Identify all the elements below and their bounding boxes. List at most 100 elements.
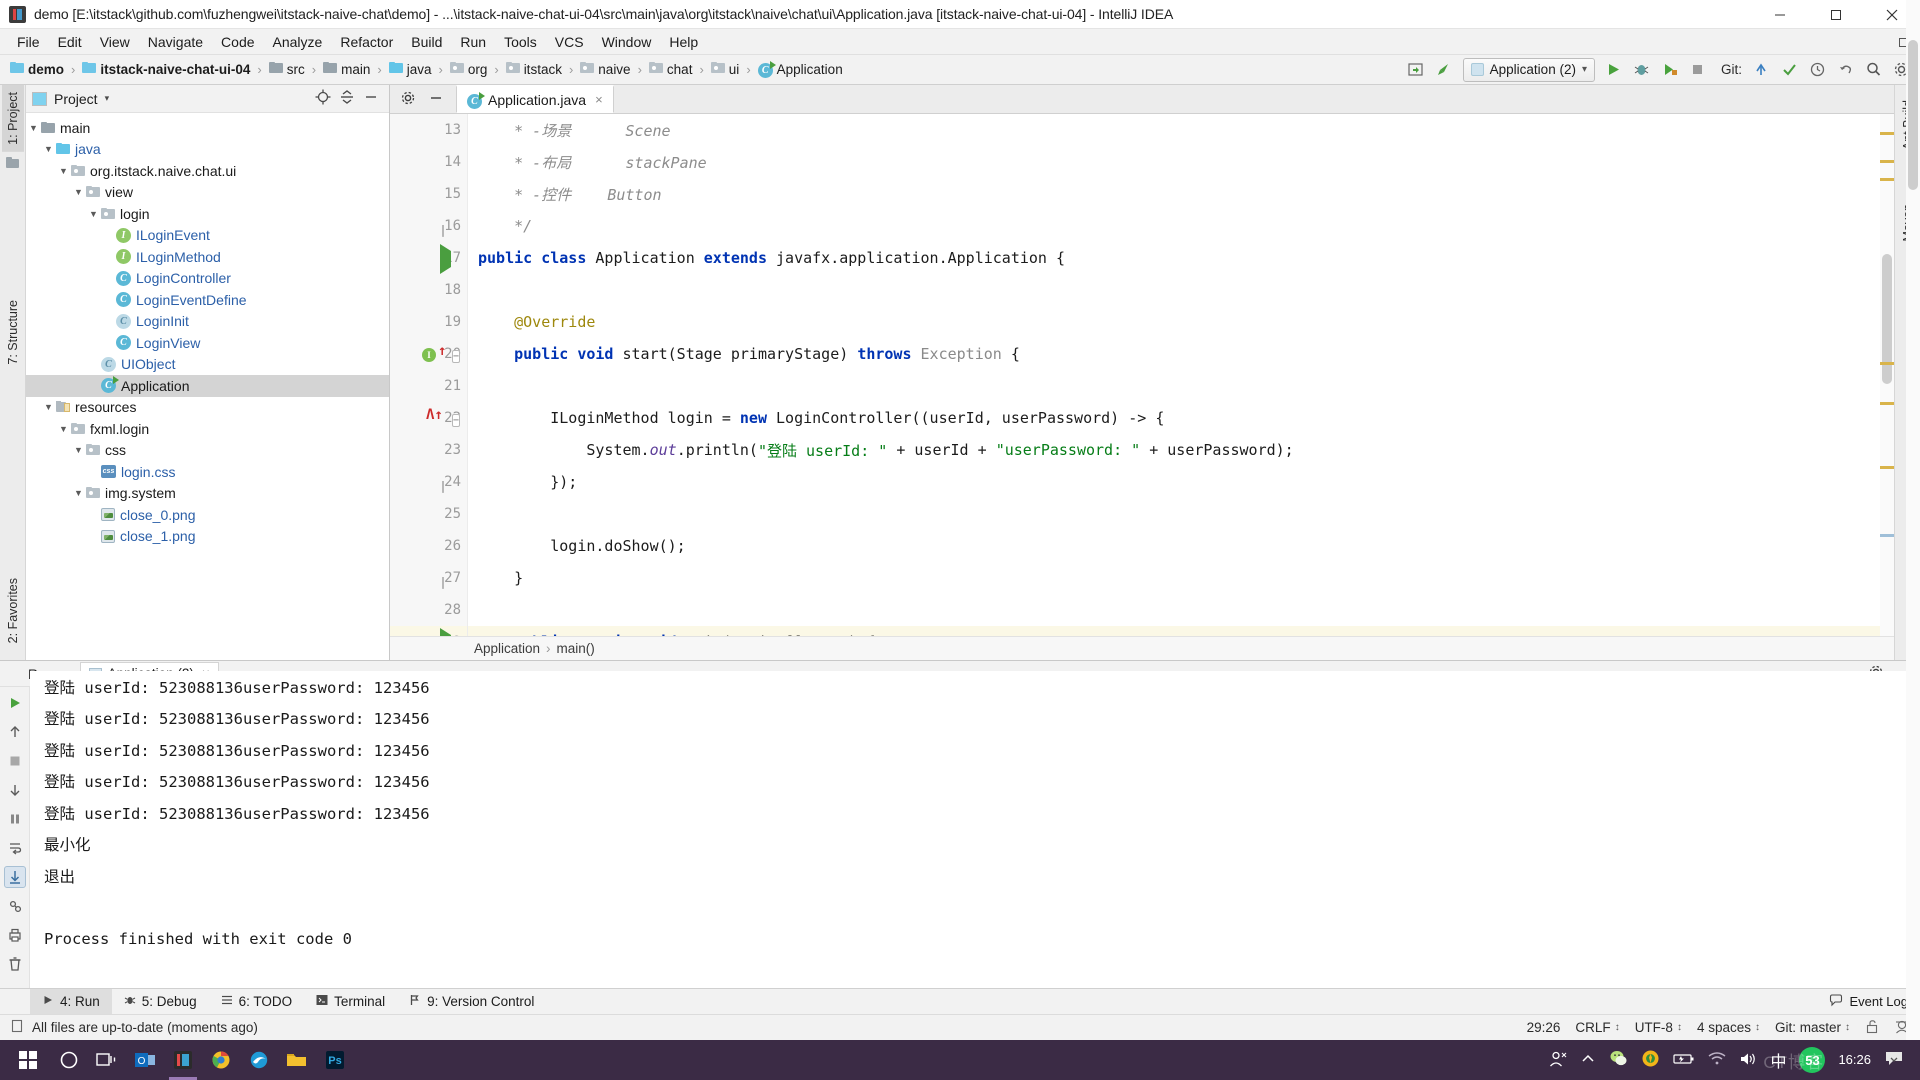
gutter-line-27[interactable]: 27 [390, 562, 467, 594]
tree-item-logineventdefine[interactable]: C LoginEventDefine [26, 289, 389, 311]
rerun-icon[interactable] [4, 692, 26, 714]
tree-item-login-css[interactable]: css login.css [26, 461, 389, 483]
breadcrumb-itstack[interactable]: itstack [504, 59, 564, 81]
menu-window[interactable]: Window [593, 31, 661, 53]
print-icon[interactable] [4, 924, 26, 946]
soft-wrap-icon[interactable] [4, 837, 26, 859]
volume-icon[interactable] [1739, 1051, 1757, 1070]
editor-scrollbar[interactable] [1880, 114, 1894, 636]
chevron-down-icon[interactable]: ▼ [56, 424, 71, 434]
project-tree[interactable]: ▼ main ▼ java ▼ org.itstack.naive.chat.ui ▼ vie… [26, 113, 389, 660]
breadcrumb-main[interactable]: main [321, 59, 372, 81]
tree-item-css[interactable]: ▼ css [26, 440, 389, 462]
breadcrumb-java[interactable]: java [387, 59, 434, 81]
gutter-line-29[interactable]: 29 [390, 626, 467, 636]
breadcrumb-src[interactable]: src [267, 59, 307, 81]
code-line-27[interactable]: } [468, 562, 1894, 594]
code-line-26[interactable]: login.doShow(); [468, 530, 1894, 562]
security-icon[interactable] [1641, 1049, 1660, 1071]
gutter-line-23[interactable]: 23 [390, 434, 467, 466]
code-line-19[interactable]: @Override [468, 306, 1894, 338]
menu-view[interactable]: View [91, 31, 139, 53]
menu-refactor[interactable]: Refactor [331, 31, 402, 53]
stop-icon[interactable] [4, 750, 26, 772]
gutter-line-16[interactable]: 16 [390, 210, 467, 242]
trace-icon[interactable] [4, 895, 26, 917]
wechat-icon[interactable] [1609, 1049, 1628, 1071]
people-icon[interactable] [1549, 1050, 1567, 1071]
battery-icon[interactable] [1673, 1052, 1695, 1069]
chevron-down-icon[interactable]: ▼ [26, 123, 41, 133]
breadcrumb-org[interactable]: org [448, 59, 490, 81]
undo-icon[interactable] [1832, 58, 1858, 82]
console-output[interactable]: 登陆 userId: 523088136userPassword: 123456… [30, 671, 1920, 988]
wifi-icon[interactable] [1708, 1051, 1726, 1069]
breadcrumb-method[interactable]: main() [557, 641, 595, 656]
gutter-line-25[interactable]: 25 [390, 498, 467, 530]
maximize-button[interactable] [1808, 0, 1864, 29]
code-line-20[interactable]: public void start(Stage primaryStage) th… [468, 338, 1894, 370]
menu-tools[interactable]: Tools [495, 31, 546, 53]
tree-item-fxml-login[interactable]: ▼ fxml.login [26, 418, 389, 440]
git-branch-selector[interactable]: Git: master ↕ [1775, 1020, 1850, 1035]
code-line-14[interactable]: * -布局 stackPane [468, 146, 1894, 178]
clear-all-icon[interactable] [4, 953, 26, 975]
close-tab-icon[interactable]: × [595, 92, 603, 107]
code-line-29[interactable]: public static void main(String[] args) { [468, 626, 1894, 636]
code-line-28[interactable] [468, 594, 1894, 626]
breadcrumb-naive[interactable]: naive [578, 59, 632, 81]
locate-file-icon[interactable] [315, 89, 331, 108]
clock[interactable]: 16:26 [1838, 1052, 1871, 1068]
editor-gutter[interactable]: 13 14 15 16 17 18 19 I↑−20 21 Λ↑−22 23 24 25 26 27 28 29 [390, 114, 468, 636]
show-hidden-icons-icon[interactable] [1580, 1051, 1596, 1070]
menu-navigate[interactable]: Navigate [139, 31, 212, 53]
vcs-update-icon[interactable] [1748, 58, 1774, 82]
collapse-all-icon[interactable] [339, 89, 355, 108]
tree-item-org-itstack-naive-chat-ui[interactable]: ▼ org.itstack.naive.chat.ui [26, 160, 389, 182]
gutter-line-19[interactable]: 19 [390, 306, 467, 338]
scroll-to-end-icon[interactable] [3, 866, 26, 888]
code-line-16[interactable]: */ [468, 210, 1894, 242]
notifications-icon[interactable] [1884, 1050, 1904, 1071]
tree-item-java[interactable]: ▼ java [26, 139, 389, 161]
vcs-history-icon[interactable] [1804, 58, 1830, 82]
tree-item-application[interactable]: C Application [26, 375, 389, 397]
menu-run[interactable]: Run [451, 31, 495, 53]
gutter-line-22[interactable]: Λ↑−22 [390, 402, 467, 434]
code-line-17[interactable]: public class Application extends javafx.… [468, 242, 1894, 274]
tree-item-logininit[interactable]: C LoginInit [26, 311, 389, 333]
search-everywhere-icon[interactable] [1431, 58, 1457, 82]
unlocked-icon[interactable] [1865, 1019, 1879, 1037]
chevron-down-icon[interactable]: ▾ [105, 93, 110, 104]
build-project-icon[interactable] [1403, 58, 1429, 82]
tree-item-resources[interactable]: ▼ resources [26, 397, 389, 419]
gear-icon[interactable] [400, 90, 416, 109]
menu-file[interactable]: File [8, 31, 49, 53]
breadcrumb-demo[interactable]: demo [8, 59, 66, 81]
indent-selector[interactable]: 4 spaces ↕ [1697, 1020, 1760, 1035]
windows-start-icon[interactable] [6, 1040, 50, 1080]
tree-item-uiobject[interactable]: C UIObject [26, 354, 389, 376]
gutter-line-21[interactable]: 21 [390, 370, 467, 402]
code-line-24[interactable]: }); [468, 466, 1894, 498]
gutter-line-13[interactable]: 13 [390, 114, 467, 146]
chevron-down-icon[interactable]: ▼ [56, 166, 71, 176]
menu-code[interactable]: Code [212, 31, 263, 53]
gutter-line-28[interactable]: 28 [390, 594, 467, 626]
chevron-down-icon[interactable]: ▼ [41, 402, 56, 412]
breadcrumb-module[interactable]: itstack-naive-chat-ui-04 [80, 59, 252, 81]
file-explorer-icon[interactable] [278, 1040, 316, 1080]
code-line-21[interactable] [468, 370, 1894, 402]
bottom-tab-run[interactable]: 4: Run [30, 989, 112, 1014]
menu-vcs[interactable]: VCS [546, 31, 593, 53]
tree-item-logincontroller[interactable]: C LoginController [26, 268, 389, 290]
code-line-23[interactable]: System. out .println("登陆 userId: " + userI… [468, 434, 1894, 466]
sidebar-tab-favorites[interactable]: 2: Favorites [2, 571, 24, 650]
breadcrumb-chat[interactable]: chat [647, 59, 695, 81]
breadcrumb-class[interactable]: Application [474, 641, 540, 656]
tree-item-loginview[interactable]: C LoginView [26, 332, 389, 354]
chevron-down-icon[interactable]: ▼ [41, 144, 56, 154]
menu-help[interactable]: Help [660, 31, 707, 53]
search-icon[interactable] [1860, 58, 1886, 82]
gutter-line-18[interactable]: 18 [390, 274, 467, 306]
